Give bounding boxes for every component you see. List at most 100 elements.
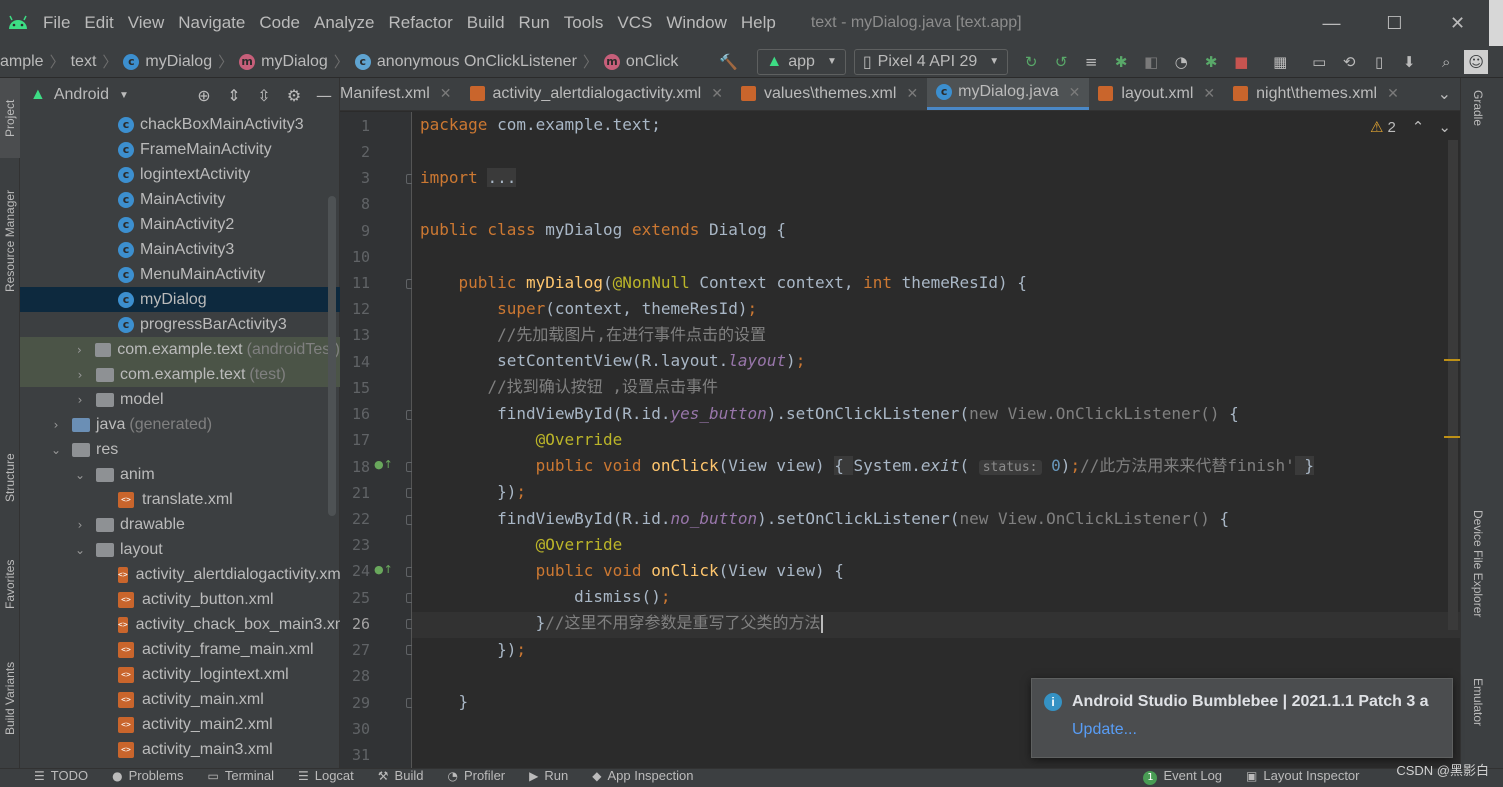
tab-values-themes[interactable]: values\themes.xml ✕ — [732, 78, 927, 110]
tree-item[interactable]: c MainActivity3 — [20, 237, 340, 262]
tree-item[interactable]: <> activity_main3.xml — [20, 737, 340, 762]
chevron-right-icon[interactable]: › — [72, 393, 88, 407]
close-icon[interactable]: ✕ — [1387, 85, 1399, 102]
locate-icon[interactable]: ⊕ — [189, 86, 219, 105]
next-highlight-icon[interactable]: ⌄ — [1438, 118, 1451, 136]
search-icon[interactable]: ⌕ — [1434, 50, 1458, 74]
close-icon[interactable]: ✕ — [906, 85, 918, 102]
tree-item[interactable]: c chackBoxMainActivity3 — [20, 112, 340, 137]
tree-item[interactable]: › drawable — [20, 512, 340, 537]
sdk-manager-icon[interactable]: ⬇ — [1397, 50, 1421, 74]
tree-item[interactable]: c MainActivity2 — [20, 212, 340, 237]
tree-item[interactable]: ⌄ anim — [20, 462, 340, 487]
build-tab[interactable]: ⚒ Build — [378, 769, 424, 787]
breadcrumb-item[interactable]: myDialog — [145, 53, 212, 71]
tab-emulator[interactable]: Emulator — [1465, 678, 1485, 758]
tab-structure[interactable]: Structure — [0, 438, 20, 518]
collapse-all-icon[interactable]: ⇳ — [249, 86, 279, 105]
project-view-select[interactable]: Android — [54, 86, 109, 104]
tab-mydialog-java[interactable]: c myDialog.java ✕ — [927, 78, 1090, 110]
tree-item[interactable]: <> activity_alertdialogactivity.xml — [20, 562, 340, 587]
menu-window[interactable]: Window — [659, 0, 733, 46]
tab-layout-xml[interactable]: layout.xml ✕ — [1089, 78, 1224, 110]
tree-item[interactable]: c FrameMainActivity — [20, 137, 340, 162]
tab-activity-alertdialog[interactable]: activity_alertdialogactivity.xml ✕ — [461, 78, 732, 110]
terminal-tab[interactable]: ▭ Terminal — [208, 769, 274, 787]
logcat-tab[interactable]: ☰ Logcat — [298, 769, 354, 787]
stop-icon[interactable]: ■ — [1229, 50, 1253, 74]
menu-tools[interactable]: Tools — [557, 0, 611, 46]
layout-inspector-tab[interactable]: ▣ Layout Inspector — [1246, 769, 1359, 787]
tree-item-selected[interactable]: c myDialog — [20, 287, 340, 312]
tab-project[interactable]: Project — [0, 78, 20, 158]
editor-scrollbar[interactable] — [1448, 140, 1458, 630]
tree-item[interactable]: <> activity_button.xml — [20, 587, 340, 612]
breadcrumb-item[interactable]: text — [71, 53, 97, 71]
project-structure-icon[interactable]: ▦ — [1268, 50, 1292, 74]
tree-item[interactable]: <> activity_logintext.xml — [20, 662, 340, 687]
menu-view[interactable]: View — [121, 0, 172, 46]
chevron-down-icon[interactable]: ⌄ — [48, 443, 64, 457]
tree-item[interactable]: <> activity_main.xml — [20, 687, 340, 712]
override-method-icon[interactable]: ●↑ — [374, 458, 393, 471]
tab-device-file-explorer[interactable]: Device File Explorer — [1465, 510, 1485, 660]
run-tab[interactable]: ▶ Run — [529, 769, 568, 787]
menu-navigate[interactable]: Navigate — [171, 0, 252, 46]
override-method-icon[interactable]: ●↑ — [374, 563, 393, 576]
folded-imports[interactable]: ... — [487, 168, 517, 187]
tree-item[interactable]: <> translate.xml — [20, 487, 340, 512]
tab-favorites[interactable]: Favorites — [0, 544, 20, 624]
minimize-button[interactable]: — — [1300, 0, 1363, 46]
tabs-overflow-icon[interactable]: ⌄ — [1429, 78, 1460, 110]
todo-tab[interactable]: ☰ TODO — [34, 769, 88, 787]
tree-item[interactable]: › model — [20, 387, 340, 412]
close-icon[interactable]: ✕ — [711, 85, 723, 102]
inspection-widget[interactable]: ⚠ 2 ⌃ ⌄ — [1370, 118, 1451, 136]
tab-build-variants[interactable]: Build Variants — [0, 648, 20, 748]
rerun-icon[interactable]: ↻ — [1019, 50, 1043, 74]
breadcrumb-item[interactable]: anonymous OnClickListener — [377, 53, 577, 71]
tab-gradle[interactable]: Gradle — [1465, 90, 1485, 160]
attach-debugger-icon[interactable]: ✱ — [1199, 50, 1223, 74]
tree-item[interactable]: c logintextActivity — [20, 162, 340, 187]
expand-all-icon[interactable]: ⇕ — [219, 86, 249, 105]
menu-build[interactable]: Build — [460, 0, 512, 46]
close-button[interactable]: ✕ — [1426, 0, 1489, 46]
chevron-right-icon[interactable]: › — [72, 368, 88, 382]
close-icon[interactable]: ✕ — [1203, 85, 1215, 102]
warning-stripe[interactable] — [1444, 436, 1460, 438]
hammer-icon[interactable]: 🔨 — [716, 50, 740, 74]
menu-help[interactable]: Help — [734, 0, 783, 46]
avd-manager-icon[interactable]: ▭ — [1307, 50, 1331, 74]
profiler-icon[interactable]: ◔ — [1169, 50, 1193, 74]
breadcrumb-item[interactable]: myDialog — [261, 53, 328, 71]
device-select[interactable]: ▯ Pixel 4 API 29 ▼ — [853, 48, 1009, 75]
chevron-down-icon[interactable]: ▼ — [119, 90, 129, 101]
sync-icon[interactable]: ⟲ — [1337, 50, 1361, 74]
problems-tab[interactable]: ● Problems — [112, 769, 183, 787]
breadcrumb-item[interactable]: onClick — [626, 53, 678, 71]
code-editor[interactable]: package com.example.text; import ... pub… — [412, 112, 1460, 768]
tree-item[interactable]: › com.example.text (test) — [20, 362, 340, 387]
menu-analyze[interactable]: Analyze — [307, 0, 381, 46]
menu-vcs[interactable]: VCS — [610, 0, 659, 46]
tree-item[interactable]: <> activity_chack_box_main3.xml — [20, 612, 340, 637]
tree-item[interactable]: ⌄ res — [20, 437, 340, 462]
tab-manifest[interactable]: Manifest.xml ✕ — [340, 78, 461, 110]
menu-refactor[interactable]: Refactor — [381, 0, 459, 46]
tree-item[interactable]: <> activity_frame_main.xml — [20, 637, 340, 662]
tree-item[interactable]: c MenuMainActivity — [20, 262, 340, 287]
chevron-right-icon[interactable]: › — [48, 418, 64, 432]
menu-run[interactable]: Run — [512, 0, 557, 46]
tree-item[interactable]: › java (generated) — [20, 412, 340, 437]
tree-item[interactable]: ⌄ layout — [20, 537, 340, 562]
chevron-down-icon[interactable]: ⌄ — [72, 543, 88, 557]
warning-stripe[interactable] — [1444, 359, 1460, 361]
device-manager-icon[interactable]: ▯ — [1367, 50, 1391, 74]
project-scrollbar[interactable] — [328, 196, 336, 516]
chevron-right-icon[interactable]: › — [72, 518, 88, 532]
app-inspection-tab[interactable]: ◆ App Inspection — [592, 769, 693, 787]
chevron-right-icon[interactable]: › — [72, 343, 87, 357]
tab-resource-manager[interactable]: Resource Manager — [0, 176, 20, 306]
apply-code-changes-icon[interactable]: ≡ — [1079, 50, 1103, 74]
